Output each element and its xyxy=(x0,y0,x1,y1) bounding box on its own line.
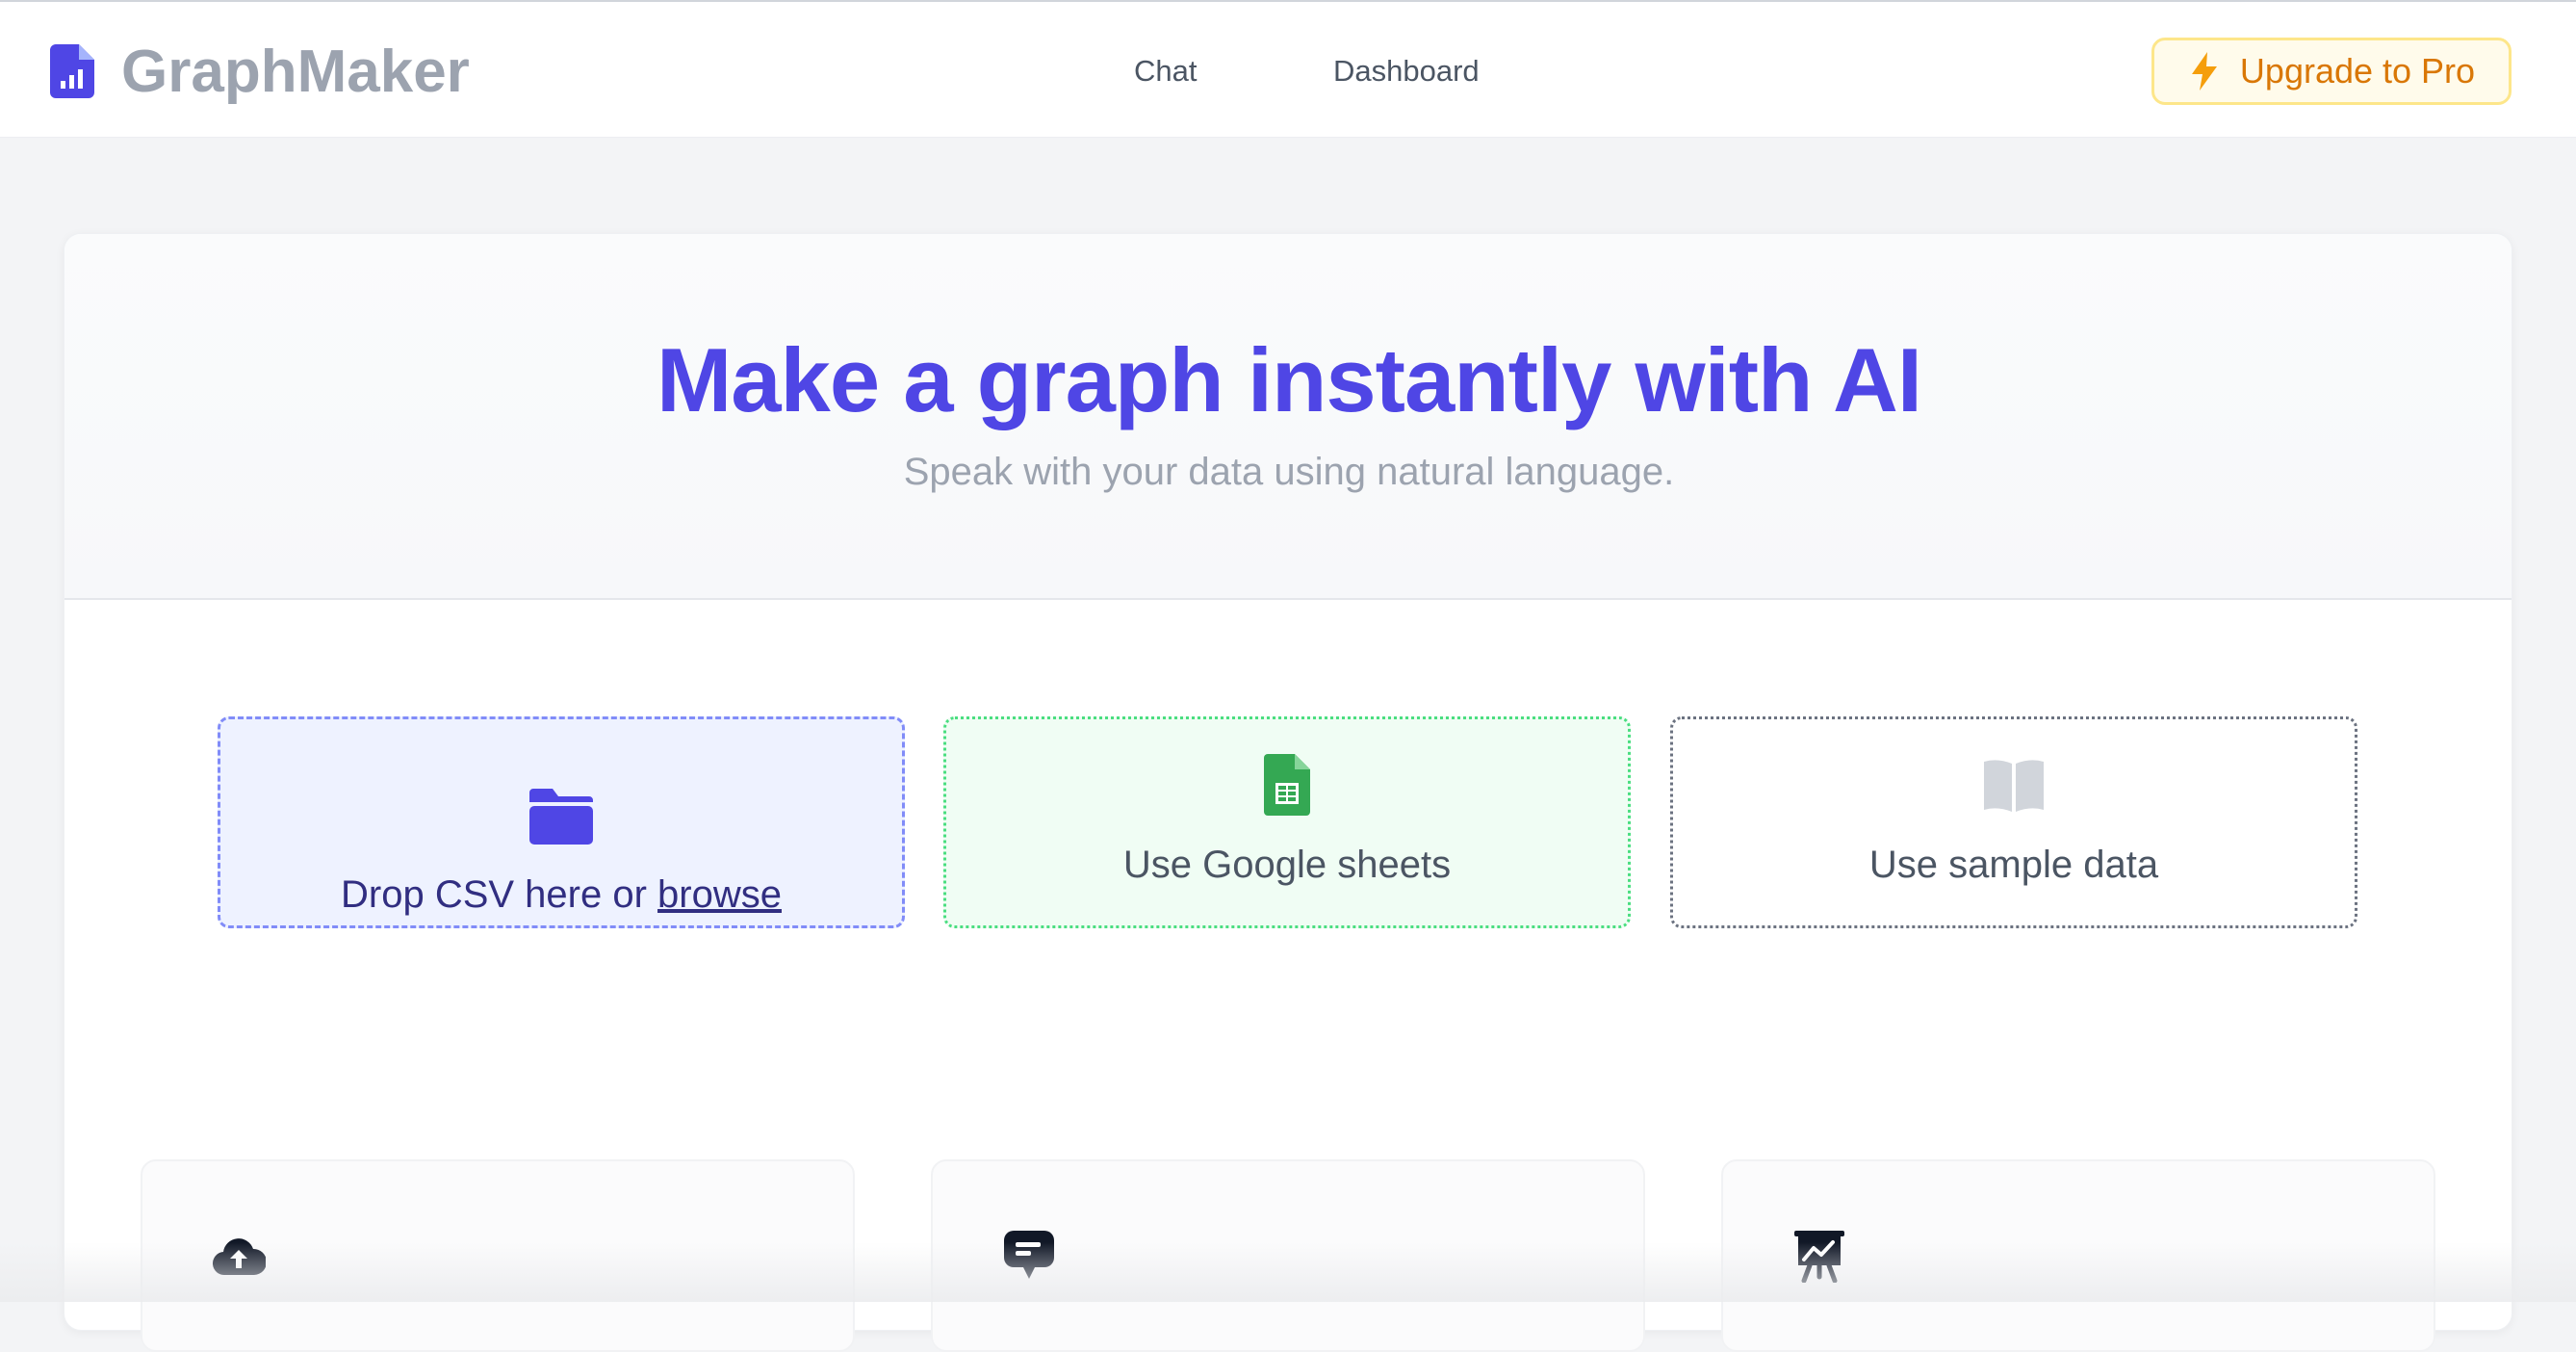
cloud-upload-icon xyxy=(213,1238,266,1276)
upgrade-to-pro-button[interactable]: Upgrade to Pro xyxy=(2151,38,2512,105)
sample-data-label: Use sample data xyxy=(1868,844,2159,886)
open-book-icon xyxy=(1984,760,2044,812)
feature-card-chart xyxy=(1721,1159,2435,1352)
browse-link[interactable]: browse xyxy=(657,873,782,916)
top-navbar: GraphMaker Chat Dashboard Upgrade to Pro xyxy=(0,0,2576,138)
feature-card-chat xyxy=(931,1159,1645,1352)
folder-icon xyxy=(529,789,593,845)
csv-dropzone[interactable]: Drop CSV here or browse xyxy=(218,716,905,928)
google-sheets-label: Use Google sheets xyxy=(1122,844,1452,886)
feature-card-upload xyxy=(141,1159,855,1352)
nav-dashboard-link[interactable]: Dashboard xyxy=(1333,50,1480,92)
nav-chat-link[interactable]: Chat xyxy=(1134,50,1197,92)
csv-dropzone-text: Drop CSV here or xyxy=(341,873,658,916)
lightning-bolt-icon xyxy=(2191,52,2217,91)
upgrade-label: Upgrade to Pro xyxy=(2239,51,2476,91)
presentation-chart-icon xyxy=(1794,1231,1844,1283)
csv-dropzone-label: Drop CSV here or browse xyxy=(220,873,902,917)
hero-subtitle: Speak with your data using natural langu… xyxy=(903,451,1675,493)
hero-section: Make a graph instantly with AI Speak wit… xyxy=(64,234,2512,600)
hero-title: Make a graph instantly with AI xyxy=(656,329,1922,430)
sample-data-option[interactable]: Use sample data xyxy=(1670,716,2357,928)
google-sheets-icon xyxy=(1264,754,1310,816)
google-sheets-option[interactable]: Use Google sheets xyxy=(943,716,1631,928)
chat-message-icon xyxy=(1004,1231,1054,1279)
